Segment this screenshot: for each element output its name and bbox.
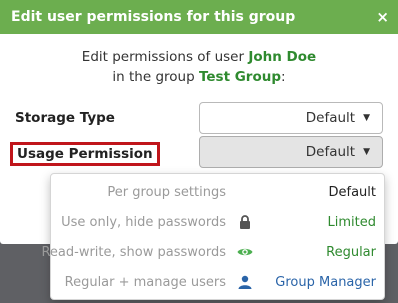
menu-item-default[interactable]: Per group settings Default [51, 177, 384, 207]
intro-prefix: Edit permissions of user [81, 49, 245, 65]
intro-mid: in the group [112, 69, 195, 85]
usage-permission-row: Usage Permission Default ▼ [0, 136, 398, 170]
lock-icon [237, 214, 253, 230]
menu-item-value: Default [328, 184, 377, 200]
dialog-intro: Edit permissions of user John Doe in the… [0, 47, 398, 87]
user-name: John Doe [248, 49, 317, 65]
storage-type-select[interactable]: Default ▼ [199, 102, 383, 134]
menu-item-description: Per group settings [107, 184, 226, 200]
menu-item-description: Read-write, show passwords [41, 244, 226, 260]
menu-item-value: Limited [327, 214, 376, 230]
eye-icon [237, 244, 253, 260]
menu-item-description: Use only, hide passwords [61, 214, 226, 230]
usage-permission-value: Default [305, 144, 356, 160]
intro-line-1: Edit permissions of user John Doe [0, 47, 398, 67]
usage-permission-label: Usage Permission [10, 142, 160, 166]
menu-item-group-manager[interactable]: Regular + manage users Group Manager [51, 267, 384, 297]
usage-permission-menu: Per group settings Default Use only, hid… [41, 173, 385, 300]
caret-down-icon: ▼ [363, 147, 370, 157]
storage-type-value: Default [305, 110, 356, 126]
storage-type-row: Storage Type Default ▼ [0, 102, 398, 136]
usage-permission-select[interactable]: Default ▼ [199, 136, 383, 168]
menu-item-regular[interactable]: Read-write, show passwords Regular [41, 237, 384, 267]
group-name: Test Group [198, 69, 282, 85]
menu-item-limited[interactable]: Use only, hide passwords Limited [51, 207, 384, 237]
menu-item-value: Regular [326, 244, 376, 260]
user-icon [237, 274, 253, 290]
intro-line-2: in the group Test Group: [0, 67, 398, 87]
menu-item-value: Group Manager [275, 274, 376, 290]
caret-down-icon: ▼ [363, 113, 370, 123]
dialog-title: Edit user permissions for this group [11, 9, 296, 25]
close-icon[interactable]: × [376, 8, 389, 26]
menu-item-description: Regular + manage users [64, 274, 226, 290]
intro-suffix: : [281, 69, 286, 85]
storage-type-label: Storage Type [15, 110, 115, 126]
dialog-header: Edit user permissions for this group × [0, 0, 398, 34]
